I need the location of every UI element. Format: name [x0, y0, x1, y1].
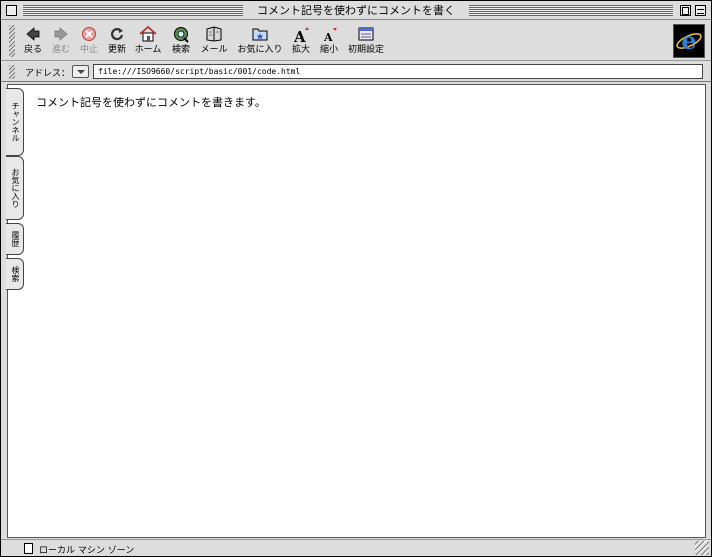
text-smaller-button[interactable]: A 縮小: [316, 24, 342, 58]
home-icon: [132, 24, 164, 44]
forward-button[interactable]: 進む: [48, 24, 74, 58]
internet-explorer-logo-icon[interactable]: e: [673, 24, 705, 58]
forward-button-label: 進む: [51, 45, 70, 55]
stop-button[interactable]: 中止: [76, 24, 102, 58]
home-button[interactable]: ホーム: [132, 24, 164, 58]
preferences-button[interactable]: 初期設定: [344, 24, 388, 58]
home-button-label: ホーム: [134, 45, 162, 55]
address-history-dropdown[interactable]: [72, 65, 89, 78]
address-bar-grip[interactable]: [9, 65, 15, 79]
mail-button[interactable]: メール: [198, 24, 230, 58]
tab-favorites[interactable]: お気に入り: [6, 156, 24, 220]
mail-button-label: メール: [200, 45, 228, 55]
back-arrow-icon: [20, 24, 46, 44]
search-button-label: 検索: [171, 45, 190, 55]
text-larger-button[interactable]: A 拡大: [288, 24, 314, 58]
svg-text:e: e: [681, 26, 696, 55]
stop-button-label: 中止: [79, 45, 98, 55]
back-button[interactable]: 戻る: [20, 24, 46, 58]
browser-window: コメント記号を使わずにコメントを書く 戻る 進む 中止 更新 ホーム 検索 メー…: [0, 0, 712, 557]
text-smaller-button-label: 縮小: [319, 45, 338, 55]
close-box-button[interactable]: [6, 5, 17, 16]
svg-text:A: A: [323, 31, 333, 44]
address-label: アドレス：: [25, 69, 71, 79]
text-smaller-icon: A: [316, 24, 342, 44]
button-toolbar: 戻る 進む 中止 更新 ホーム 検索 メール お気に入り A 拡大 A 縮小 初…: [1, 21, 711, 61]
tab-channels[interactable]: チャンネル: [6, 88, 24, 156]
refresh-icon: [104, 24, 130, 44]
page-body-text: コメント記号を使わずにコメントを書きます。: [36, 96, 266, 109]
text-larger-icon: A: [288, 24, 314, 44]
tab-search[interactable]: 検索: [6, 258, 24, 290]
search-icon: [168, 24, 194, 44]
preferences-icon: [344, 24, 388, 44]
favorites-button[interactable]: お気に入り: [234, 24, 286, 58]
mail-icon: [198, 24, 230, 44]
back-button-label: 戻る: [23, 45, 42, 55]
security-zone-text: ローカル マシン ゾーン: [39, 546, 135, 556]
stop-icon: [76, 24, 102, 44]
tab-history[interactable]: 履歴: [6, 223, 24, 255]
window-resize-grip[interactable]: [695, 541, 709, 555]
title-bar-stripes-right: [469, 5, 673, 16]
text-larger-button-label: 拡大: [291, 45, 310, 55]
title-bar[interactable]: コメント記号を使わずにコメントを書く: [1, 1, 711, 20]
collapse-box-button[interactable]: [695, 5, 706, 16]
forward-arrow-icon: [48, 24, 74, 44]
search-button[interactable]: 検索: [168, 24, 194, 58]
address-bar: アドレス：: [1, 62, 711, 82]
refresh-button[interactable]: 更新: [104, 24, 130, 58]
local-zone-icon: [24, 543, 33, 554]
favorites-icon: [234, 24, 286, 44]
svg-text:A: A: [293, 28, 306, 44]
toolbar-grip[interactable]: [9, 25, 15, 57]
page-content: コメント記号を使わずにコメントを書きます。: [7, 84, 706, 538]
address-input[interactable]: [93, 64, 703, 79]
zoom-box-button[interactable]: [680, 5, 691, 16]
window-title: コメント記号を使わずにコメントを書く: [247, 3, 465, 18]
preferences-button-label: 初期設定: [347, 45, 384, 55]
status-bar: ローカル マシン ゾーン: [1, 539, 711, 556]
title-bar-stripes-left: [23, 5, 243, 16]
refresh-button-label: 更新: [107, 45, 126, 55]
favorites-button-label: お気に入り: [237, 45, 283, 55]
